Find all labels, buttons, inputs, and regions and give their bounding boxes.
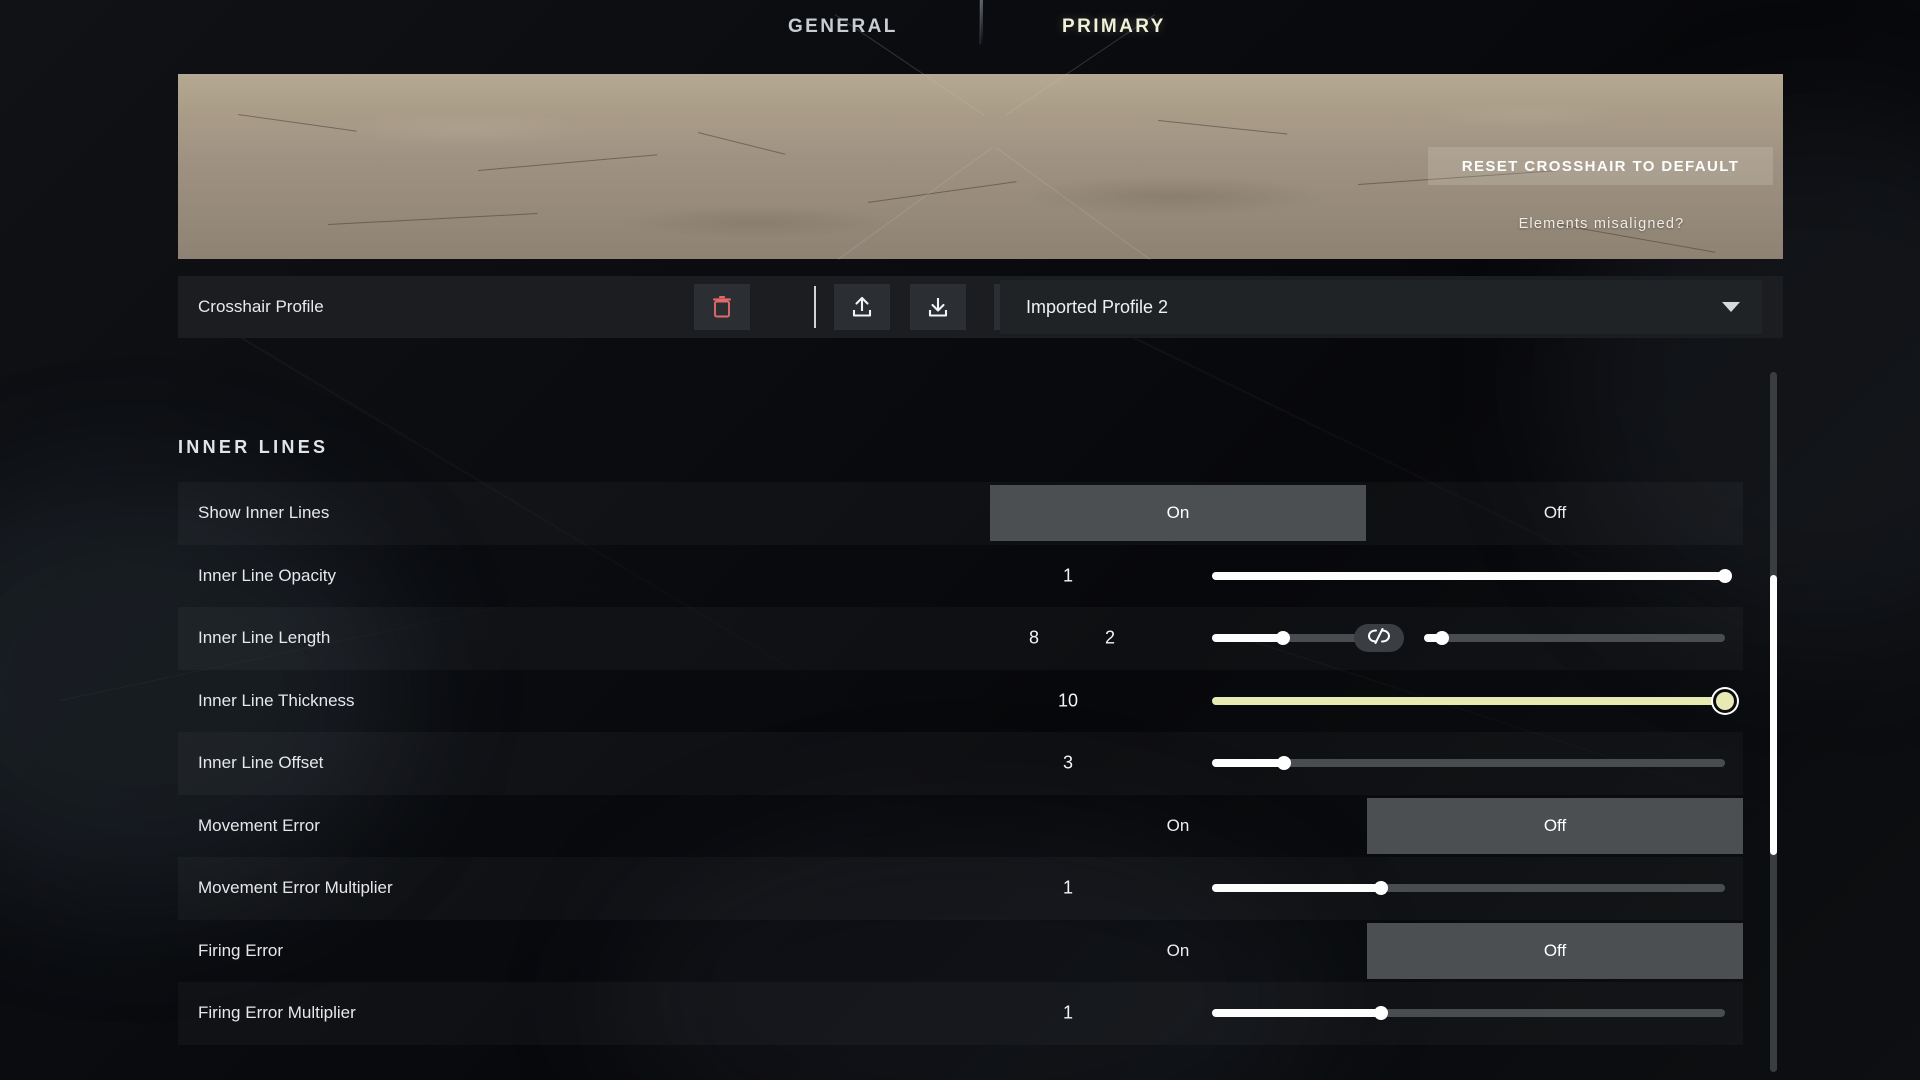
value-movement-error-multiplier: 1	[1062, 877, 1073, 898]
value-firing-error-multiplier: 1	[1062, 1002, 1073, 1023]
row-label: Movement Error	[198, 815, 320, 835]
import-profile-button[interactable]	[910, 284, 966, 330]
row-movement-error: Movement Error On Off	[178, 795, 1743, 858]
broken-link-icon	[1366, 627, 1392, 649]
slider-inner-line-opacity[interactable]	[1212, 568, 1732, 583]
row-inner-line-thickness: Inner Line Thickness 10	[178, 670, 1743, 733]
crosshair-settings-screen: GENERAL PRIMARY RESET CROSSHAIR TO DEFAU…	[0, 0, 1920, 1080]
tab-general[interactable]: GENERAL	[788, 16, 898, 38]
row-firing-error: Firing Error On Off	[178, 920, 1743, 983]
slider-knob[interactable]	[1435, 631, 1450, 646]
tab-bar: GENERAL PRIMARY	[0, 0, 1920, 60]
value-inner-line-thickness: 10	[1057, 690, 1079, 711]
row-control: 1	[990, 982, 1743, 1045]
row-control: 1	[990, 857, 1743, 920]
preview-texture-line-4	[867, 181, 1017, 203]
row-label: Inner Line Thickness	[198, 690, 355, 710]
scrollbar-thumb[interactable]	[1770, 575, 1777, 855]
row-label: Inner Line Opacity	[198, 565, 336, 585]
profile-select-value: Imported Profile 2	[1026, 296, 1169, 317]
value-inner-line-opacity: 1	[1062, 565, 1073, 586]
row-inner-line-opacity: Inner Line Opacity 1	[178, 545, 1743, 608]
toggle-off-movement-error[interactable]: Off	[1367, 797, 1743, 854]
tab-divider	[980, 0, 983, 44]
slider-knob[interactable]	[1276, 631, 1291, 646]
settings-rows: Show Inner Lines On Off Inner Line Opaci…	[178, 482, 1743, 1045]
section-title-inner-lines: INNER LINES	[178, 437, 329, 457]
slider-fill	[1212, 759, 1284, 768]
row-control: 1	[990, 545, 1743, 608]
row-inner-line-length: Inner Line Length 8 2	[178, 607, 1743, 670]
preview-texture-line-8	[327, 213, 538, 225]
row-label: Firing Error	[198, 940, 284, 960]
slider-movement-error-multiplier[interactable]	[1212, 881, 1725, 896]
tab-primary[interactable]: PRIMARY	[1062, 16, 1166, 38]
chevron-down-icon	[1722, 302, 1740, 312]
row-control: On Off	[990, 795, 1743, 858]
reset-crosshair-button[interactable]: RESET CROSSHAIR TO DEFAULT	[1428, 147, 1773, 185]
row-label: Show Inner Lines	[198, 503, 330, 523]
slider-knob[interactable]	[1718, 568, 1732, 583]
slider-inner-line-offset[interactable]	[1212, 756, 1725, 771]
profile-actions-divider	[814, 286, 816, 328]
slider-firing-error-multiplier[interactable]	[1212, 1006, 1725, 1021]
crosshair-profile-bar: Crosshair Profile Imported Profile 2	[178, 276, 1783, 338]
slider-track	[1424, 634, 1725, 643]
slider-fill	[1212, 696, 1725, 705]
preview-texture-line-3	[697, 132, 786, 155]
slider-knob[interactable]	[1374, 1006, 1389, 1021]
slider-inner-line-thickness[interactable]	[1212, 691, 1734, 710]
toggle-on-firing-error[interactable]: On	[990, 923, 1366, 979]
row-label: Inner Line Length	[198, 628, 331, 648]
slider-fill	[1212, 884, 1382, 893]
preview-texture-line-2	[477, 154, 658, 171]
row-control: 3	[990, 732, 1743, 795]
row-label: Inner Line Offset	[198, 753, 324, 773]
slider-fill	[1212, 571, 1725, 580]
elements-misaligned-link[interactable]: Elements misaligned?	[1430, 216, 1773, 232]
row-control: On Off	[990, 482, 1743, 545]
preview-texture-line-5	[1157, 120, 1288, 135]
crosshair-profile-label: Crosshair Profile	[198, 297, 324, 316]
row-label: Movement Error Multiplier	[198, 878, 393, 898]
value-inner-line-offset: 3	[1062, 752, 1073, 773]
slider-knob[interactable]	[1276, 756, 1291, 771]
trash-icon	[711, 295, 733, 319]
toggle-on-movement-error[interactable]: On	[990, 798, 1366, 854]
row-show-inner-lines: Show Inner Lines On Off	[178, 482, 1743, 545]
export-profile-button[interactable]	[834, 284, 890, 330]
row-control: 10	[990, 670, 1743, 733]
row-control: On Off	[990, 920, 1743, 983]
row-inner-line-offset: Inner Line Offset 3	[178, 732, 1743, 795]
settings-scrollbar[interactable]	[1770, 372, 1777, 1072]
value-inner-line-length-a: 8	[1028, 627, 1039, 648]
row-label: Firing Error Multiplier	[198, 1003, 356, 1023]
toggle-off-show-inner-lines[interactable]: Off	[1367, 485, 1743, 541]
row-control: 8 2	[990, 607, 1743, 670]
upload-icon	[850, 295, 874, 319]
profile-select-dropdown[interactable]: Imported Profile 2	[1000, 280, 1762, 334]
delete-profile-button[interactable]	[694, 284, 750, 330]
download-icon	[926, 295, 950, 319]
slider-knob[interactable]	[1716, 691, 1734, 710]
preview-texture-line-1	[237, 114, 357, 132]
slider-inner-line-length-b[interactable]	[1424, 631, 1725, 646]
link-length-sliders-button[interactable]	[1354, 624, 1404, 653]
toggle-on-show-inner-lines[interactable]: On	[990, 485, 1366, 541]
slider-fill	[1212, 1009, 1382, 1018]
value-inner-line-length-b: 2	[1104, 627, 1115, 648]
toggle-off-firing-error[interactable]: Off	[1367, 922, 1743, 979]
row-firing-error-multiplier: Firing Error Multiplier 1	[178, 982, 1743, 1045]
row-movement-error-multiplier: Movement Error Multiplier 1	[178, 857, 1743, 920]
slider-knob[interactable]	[1374, 881, 1389, 896]
slider-fill	[1212, 634, 1284, 643]
